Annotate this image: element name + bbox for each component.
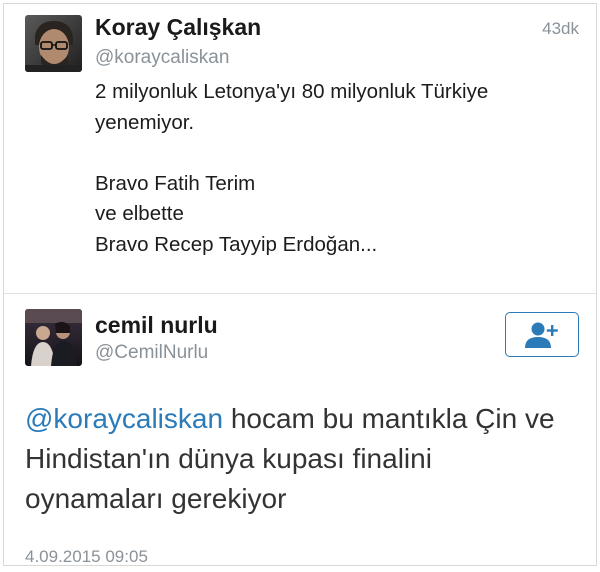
relative-time[interactable]: 43dk xyxy=(542,19,579,39)
avatar[interactable] xyxy=(25,15,82,72)
author-handle[interactable]: @CemilNurlu xyxy=(95,342,208,364)
author-name[interactable]: cemil nurlu xyxy=(95,312,218,339)
tweet-text: 2 milyonluk Letonya'yı 80 milyonluk Türk… xyxy=(95,80,489,256)
add-user-icon xyxy=(525,322,558,348)
tweet-koray[interactable]: Koray Çalışkan @koraycaliskan 43dk 2 mil… xyxy=(4,4,596,294)
tweet-timestamp[interactable]: 4.09.2015 09:05 xyxy=(25,547,148,565)
author-handle[interactable]: @koraycaliskan xyxy=(95,47,229,69)
profile-photo-icon xyxy=(25,15,82,72)
avatar[interactable] xyxy=(25,309,82,366)
follow-button[interactable] xyxy=(505,312,579,357)
author-name[interactable]: Koray Çalışkan xyxy=(95,14,261,41)
tweet-text: @koraycaliskan hocam bu mantıkla Çin ve … xyxy=(25,399,575,519)
screenshot-frame: Koray Çalışkan @koraycaliskan 43dk 2 mil… xyxy=(3,3,597,566)
tweet-cemil[interactable]: cemil nurlu @CemilNurlu @koraycaliskan h… xyxy=(4,294,596,565)
mention-link[interactable]: @koraycaliskan xyxy=(25,403,223,434)
profile-photo-icon xyxy=(25,309,82,366)
